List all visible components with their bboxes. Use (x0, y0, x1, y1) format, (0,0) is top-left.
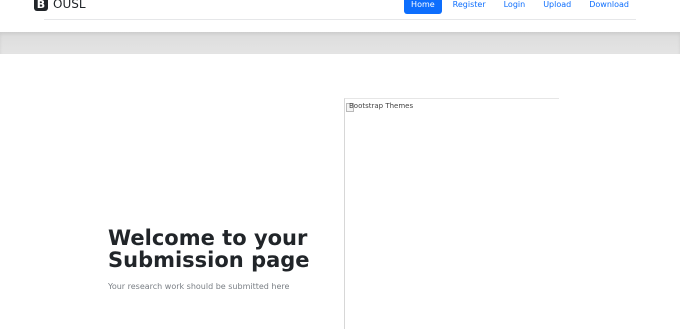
brand-name: OUSL (53, 0, 86, 11)
nav-item-home[interactable]: Home (404, 0, 442, 14)
header-band (0, 32, 680, 54)
nav-item-register[interactable]: Register (446, 0, 493, 14)
page-title: Welcome to your Submission page (108, 226, 310, 272)
hero-image: Bootstrap Themes (344, 98, 559, 329)
nav-item-upload[interactable]: Upload (536, 0, 578, 14)
hero-image-alt-text: Bootstrap Themes (349, 102, 414, 110)
main-nav: Home Register Login Upload Download (404, 0, 636, 14)
page-subtitle: Your research work should be submitted h… (108, 282, 290, 291)
nav-item-login[interactable]: Login (497, 0, 533, 14)
header-divider (44, 19, 636, 20)
brand[interactable]: B OUSL (34, 0, 86, 12)
nav-item-download[interactable]: Download (582, 0, 636, 14)
bootstrap-logo-icon: B (34, 0, 48, 11)
